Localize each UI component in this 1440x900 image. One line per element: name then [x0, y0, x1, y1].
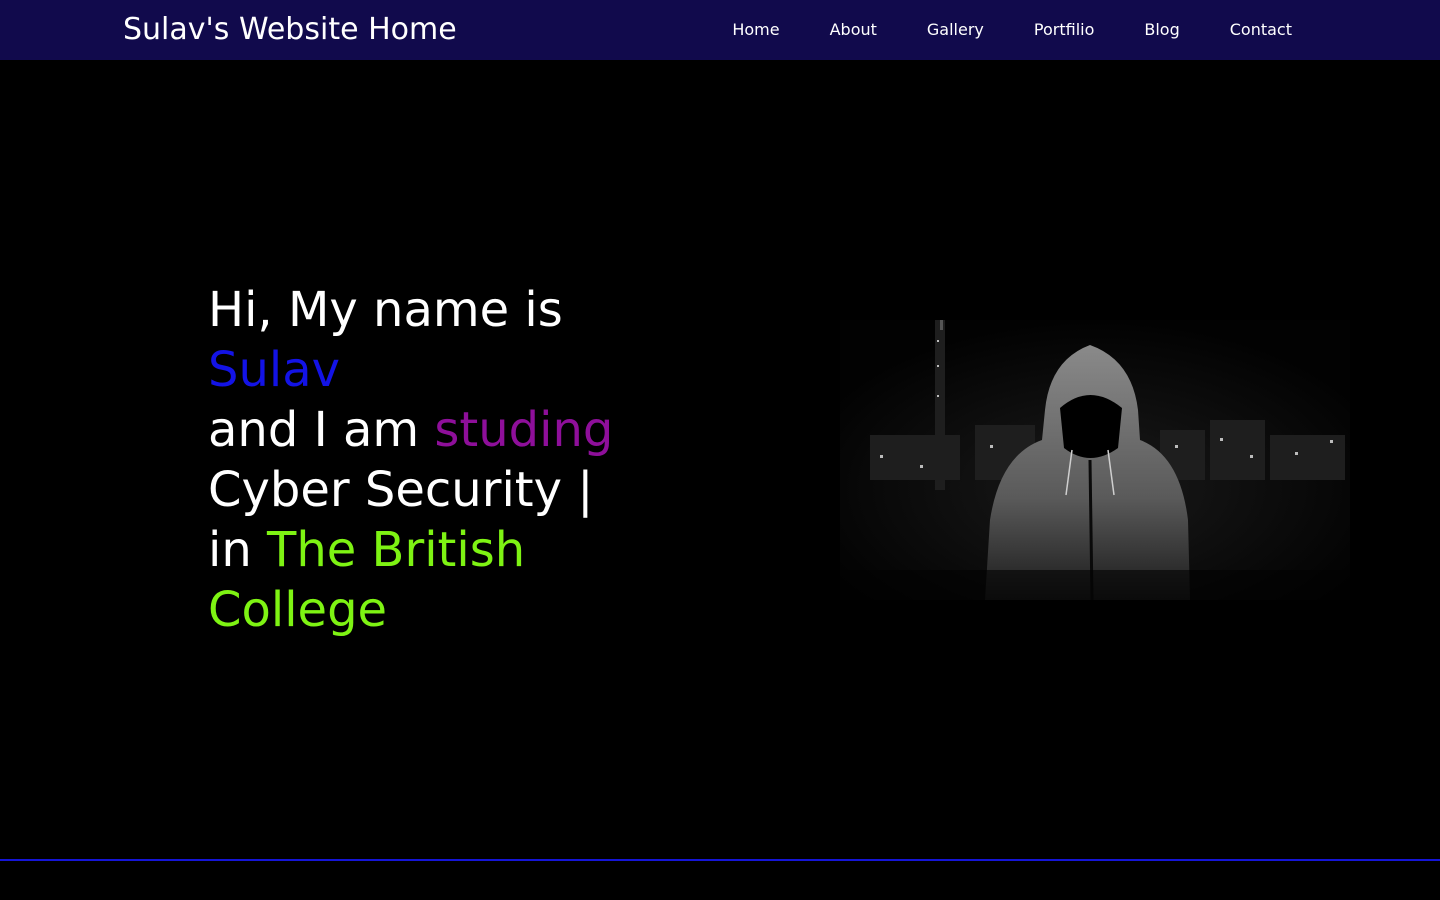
hero-intro: Hi, My name is Sulav and I am studing Cy…	[208, 280, 628, 640]
hero-college-prefix: in	[208, 522, 268, 578]
nav-menu: Home About Gallery Portfilio Blog Contac…	[732, 20, 1292, 40]
hero-image	[840, 320, 1350, 600]
nav-link-portfolio[interactable]: Portfilio	[1034, 20, 1094, 40]
hero-activity-line: and I am studing	[208, 400, 628, 460]
nav-link-contact[interactable]: Contact	[1230, 20, 1292, 40]
nav-link-gallery[interactable]: Gallery	[927, 20, 984, 40]
hero-college-part2: College	[208, 582, 388, 638]
hero-greeting: Hi, My name is	[208, 282, 563, 338]
hero-name: Sulav	[208, 342, 341, 398]
navbar: Sulav's Website Home Home About Gallery …	[0, 0, 1440, 60]
site-title[interactable]: Sulav's Website Home	[123, 12, 457, 48]
hero-activity: studing	[434, 402, 614, 458]
nav-link-about[interactable]: About	[830, 20, 877, 40]
hero-college-line: in The British	[208, 520, 628, 580]
nav-link-home[interactable]: Home	[732, 20, 779, 40]
nav-link-blog[interactable]: Blog	[1144, 20, 1179, 40]
hero-subject: Cyber Security |	[208, 462, 594, 518]
hero-activity-prefix: and I am	[208, 402, 435, 458]
footer-divider	[0, 859, 1440, 861]
hero-college-part1: The British	[267, 522, 526, 578]
hooded-figure-icon	[840, 320, 1350, 600]
